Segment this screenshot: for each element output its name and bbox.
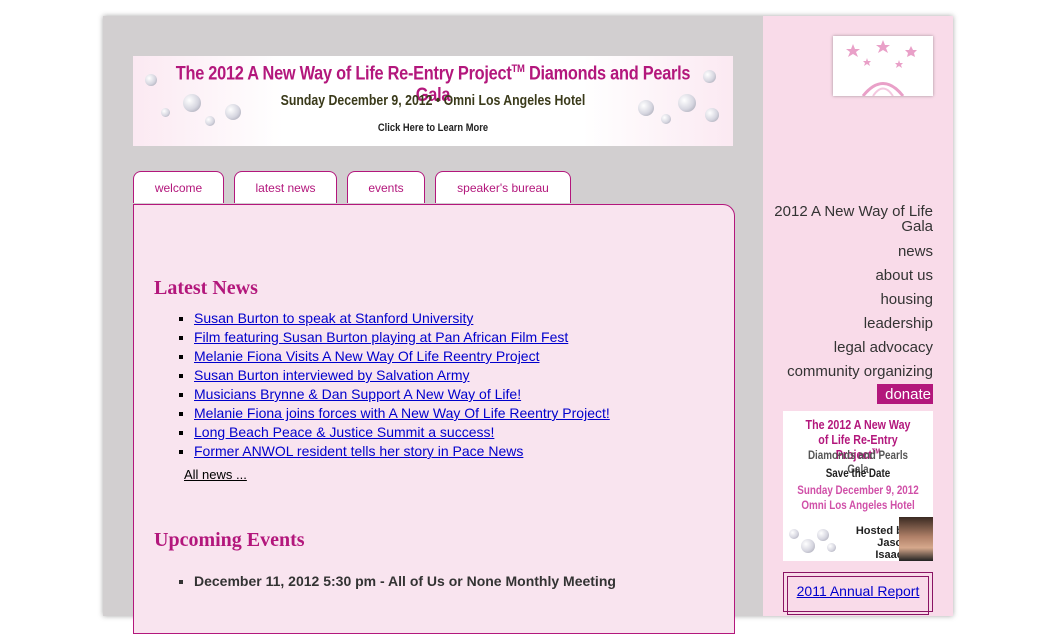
news-link[interactable]: Former ANWOL resident tells her story in… (194, 443, 523, 459)
all-news-link[interactable]: All news ... (184, 467, 247, 482)
list-item: Long Beach Peace & Justice Summit a succ… (194, 423, 610, 442)
diamond-icon (703, 70, 716, 83)
nav-housing[interactable]: housing (880, 291, 933, 308)
tab-welcome[interactable]: welcome (133, 171, 224, 203)
ad-line: Save the Date (825, 466, 891, 480)
banner-learn-more[interactable]: Click Here to Learn More (178, 122, 688, 134)
tab-speakers-bureau[interactable]: speaker's bureau (435, 171, 571, 203)
news-link[interactable]: Melanie Fiona Visits A New Way Of Life R… (194, 348, 539, 364)
news-link[interactable]: Susan Burton interviewed by Salvation Ar… (194, 367, 469, 383)
trademark-mark: TM (511, 63, 525, 75)
list-item: Susan Burton interviewed by Salvation Ar… (194, 366, 610, 385)
stars-logo-icon (846, 40, 917, 96)
annual-report-link[interactable]: 2011 Annual Report (784, 583, 932, 599)
list-item: Film featuring Susan Burton playing at P… (194, 328, 610, 347)
list-item: Former ANWOL resident tells her story in… (194, 442, 610, 461)
list-item: Susan Burton to speak at Stanford Univer… (194, 309, 610, 328)
news-link[interactable]: Long Beach Peace & Justice Summit a succ… (194, 424, 494, 440)
nav-gala[interactable]: 2012 A New Way of Life Gala (768, 204, 933, 234)
ad-line: Omni Los Angeles Hotel (801, 498, 915, 512)
diamond-icon (801, 539, 815, 553)
news-link[interactable]: Film featuring Susan Burton playing at P… (194, 329, 568, 345)
main-column: The 2012 A New Way of Life Re-Entry Proj… (103, 16, 763, 634)
news-link[interactable]: Musicians Brynne & Dan Support A New Way… (194, 386, 521, 402)
list-item: Melanie Fiona joins forces with A New Wa… (194, 404, 610, 423)
diamond-icon (705, 108, 719, 122)
ad-line: The 2012 A New Way (805, 417, 911, 432)
latest-news-heading: Latest News (154, 277, 258, 299)
gala-ad[interactable]: The 2012 A New Way of Life Re-Entry Proj… (783, 411, 933, 561)
diamond-icon (145, 74, 157, 86)
gala-banner[interactable]: The 2012 A New Way of Life Re-Entry Proj… (133, 56, 733, 146)
upcoming-events-heading: Upcoming Events (154, 529, 305, 551)
nav-news[interactable]: news (898, 243, 933, 260)
news-list: Susan Burton to speak at Stanford Univer… (180, 309, 610, 461)
diamond-icon (827, 543, 836, 552)
event-item[interactable]: December 11, 2012 5:30 pm - All of Us or… (194, 571, 616, 591)
list-item: Melanie Fiona Visits A New Way Of Life R… (194, 347, 610, 366)
diamond-icon (161, 108, 170, 117)
donate-button[interactable]: donate (877, 384, 933, 404)
page-container: The 2012 A New Way of Life Re-Entry Proj… (103, 16, 953, 634)
diamond-icon (789, 529, 799, 539)
nav-leadership[interactable]: leadership (864, 315, 933, 332)
banner-title-text: The 2012 A New Way of Life Re-Entry Proj… (175, 63, 512, 85)
host-photo (899, 517, 933, 561)
banner-subtitle: Sunday December 9, 2012 • Omni Los Angel… (280, 92, 586, 109)
diamond-icon (817, 529, 829, 541)
ad-line: Sunday December 9, 2012 (797, 483, 919, 497)
list-item: Musicians Brynne & Dan Support A New Way… (194, 385, 610, 404)
nav-about-us[interactable]: about us (875, 267, 933, 284)
sidebar: 2012 A New Way of Life Gala news about u… (763, 16, 953, 616)
tab-events[interactable]: events (347, 171, 425, 203)
annual-report-button[interactable]: 2011 Annual Report (783, 572, 933, 615)
nav-community-organizing[interactable]: community organizing (787, 363, 933, 380)
tab-latest-news[interactable]: latest news (234, 171, 337, 203)
events-list: December 11, 2012 5:30 pm - All of Us or… (180, 571, 616, 591)
content-panel: Latest News Susan Burton to speak at Sta… (133, 204, 735, 634)
site-logo[interactable] (833, 36, 933, 96)
news-link[interactable]: Melanie Fiona joins forces with A New Wa… (194, 405, 610, 421)
news-link[interactable]: Susan Burton to speak at Stanford Univer… (194, 310, 473, 326)
nav-legal-advocacy[interactable]: legal advocacy (834, 339, 933, 356)
